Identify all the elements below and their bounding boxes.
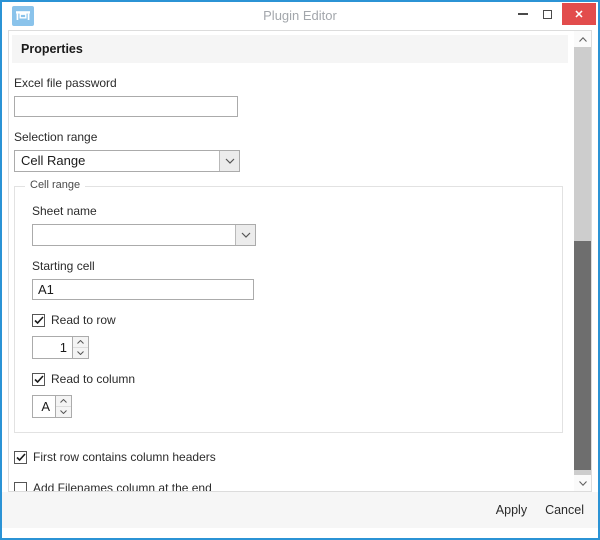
read-to-row-spinner [32, 336, 89, 359]
maximize-icon [542, 9, 552, 19]
close-icon: ✕ [574, 8, 584, 21]
read-to-column-spinner [32, 395, 72, 418]
selection-range-dropdown[interactable]: Cell Range [14, 150, 240, 172]
chevron-down-icon[interactable] [235, 225, 255, 245]
chevron-up-icon [60, 399, 67, 403]
read-to-row-checkbox[interactable]: Read to row [32, 313, 562, 327]
spin-buttons [72, 337, 88, 358]
read-to-row-label: Read to row [51, 313, 116, 327]
chevron-down-icon [60, 410, 67, 414]
vertical-scrollbar[interactable] [574, 31, 591, 491]
apply-button[interactable]: Apply [494, 501, 529, 519]
excel-password-input[interactable] [14, 96, 238, 117]
scroll-down-button[interactable] [574, 475, 591, 491]
scrollbar-track[interactable] [574, 47, 591, 475]
spin-buttons [55, 396, 71, 417]
spin-up-button[interactable] [56, 396, 71, 407]
minimize-icon [518, 13, 528, 15]
panel-content: Properties Excel file password Selection… [9, 31, 574, 491]
checkbox-box[interactable] [14, 481, 27, 491]
chevron-down-icon[interactable] [219, 151, 239, 171]
checkmark-icon [33, 374, 44, 383]
chevron-up-icon [578, 36, 587, 42]
selection-range-label: Selection range [14, 130, 98, 144]
chevron-down-icon [77, 351, 84, 355]
checkmark-icon [15, 452, 26, 461]
close-button[interactable]: ✕ [562, 3, 596, 25]
checkbox-box[interactable] [32, 313, 45, 327]
cancel-button[interactable]: Cancel [543, 501, 586, 519]
window-title: Plugin Editor [263, 8, 337, 23]
chevron-down-icon [578, 480, 587, 486]
checkbox-box[interactable] [32, 372, 45, 386]
cell-range-groupbox: Cell range Sheet name Starting cell A1 R… [14, 179, 563, 433]
properties-header: Properties [12, 35, 568, 63]
checkmark-icon [33, 315, 44, 324]
properties-panel: Properties Excel file password Selection… [8, 30, 592, 492]
maximize-button[interactable] [536, 2, 558, 26]
sheet-name-value [33, 225, 235, 245]
read-to-row-input[interactable] [33, 337, 72, 358]
starting-cell-input[interactable] [32, 279, 254, 300]
sheet-name-label: Sheet name [32, 204, 97, 218]
properties-form: Excel file password Selection range Cell… [9, 76, 574, 491]
add-filenames-checkbox[interactable]: Add Filenames column at the end [14, 481, 574, 491]
selection-range-value: Cell Range [21, 153, 86, 168]
scroll-up-button[interactable] [574, 31, 591, 47]
footer-buttons: Apply Cancel [494, 492, 586, 528]
plugin-editor-window: Plugin Editor ✕ Properties Excel file pa… [0, 0, 600, 540]
read-to-column-label: Read to column [51, 372, 136, 386]
first-row-headers-checkbox[interactable]: First row contains column headers [14, 450, 574, 464]
excel-password-label: Excel file password [14, 76, 117, 90]
read-to-column-checkbox[interactable]: Read to column [32, 372, 562, 386]
spin-up-button[interactable] [73, 337, 88, 348]
titlebar: Plugin Editor ✕ [2, 2, 598, 30]
chevron-up-icon [77, 340, 84, 344]
cell-range-legend: Cell range [25, 179, 86, 191]
footer-bar: Apply Cancel [2, 492, 598, 528]
add-filenames-label: Add Filenames column at the end [33, 481, 212, 491]
read-to-column-input[interactable] [33, 396, 55, 417]
scrollbar-thumb[interactable] [574, 241, 591, 470]
sheet-name-dropdown[interactable] [32, 224, 256, 246]
spin-down-button[interactable] [56, 407, 71, 417]
starting-cell-label: Starting cell [32, 259, 95, 273]
spin-down-button[interactable] [73, 348, 88, 358]
minimize-button[interactable] [512, 2, 534, 26]
first-row-headers-label: First row contains column headers [33, 450, 216, 464]
checkbox-box[interactable] [14, 450, 27, 464]
